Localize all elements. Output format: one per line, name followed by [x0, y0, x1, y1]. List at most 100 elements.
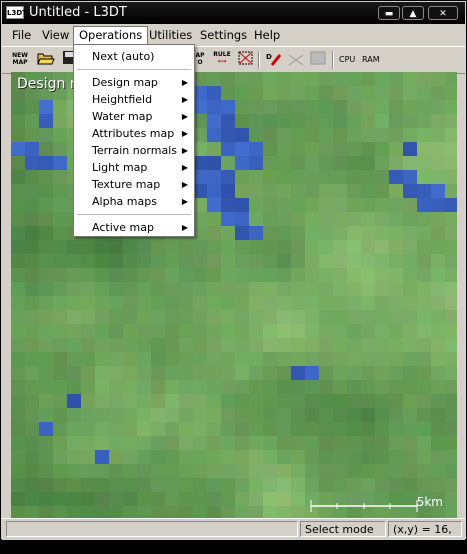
menu-settings[interactable]: Settings [195, 27, 252, 43]
terrain-cell [263, 198, 277, 212]
terrain-cell [347, 408, 361, 422]
menu-item-alpha-maps[interactable]: Alpha maps ▶ [74, 193, 194, 210]
disabled-tool-button[interactable] [286, 52, 306, 70]
terrain-cell [375, 114, 389, 128]
menu-item-light-map[interactable]: Light map ▶ [74, 159, 194, 176]
menu-item-next-auto[interactable]: Next (auto) [74, 48, 194, 65]
terrain-cell [277, 352, 291, 366]
new-map-button[interactable]: NEW MAP [10, 52, 30, 70]
terrain-cell [25, 464, 39, 478]
terrain-cell [249, 86, 263, 100]
terrain-cell [221, 310, 235, 324]
terrain-cell [249, 324, 263, 338]
menu-file[interactable]: File [7, 27, 36, 43]
title-bar[interactable]: L3DT Untitled - L3DT ▬ ▲ ✕ [2, 2, 465, 24]
ram-button[interactable]: RAM [362, 55, 380, 64]
menu-view[interactable]: View [37, 27, 74, 43]
terrain-cell [361, 86, 375, 100]
rule-button[interactable]: RULE ⟷ [212, 51, 232, 69]
terrain-cell [249, 296, 263, 310]
terrain-cell [221, 268, 235, 282]
terrain-cell [193, 170, 207, 184]
terrain-cell [165, 282, 179, 296]
maximize-button[interactable]: ▲ [402, 6, 424, 20]
terrain-cell [319, 296, 333, 310]
terrain-cell [319, 254, 333, 268]
rule-label: RULE [213, 51, 231, 58]
terrain-cell [67, 506, 81, 518]
terrain-cell [95, 282, 109, 296]
terrain-cell [263, 114, 277, 128]
terrain-cell [431, 282, 445, 296]
terrain-cell [333, 198, 347, 212]
terrain-cell [193, 324, 207, 338]
terrain-cell [263, 464, 277, 478]
terrain-cell [165, 478, 179, 492]
terrain-cell [249, 422, 263, 436]
terrain-cell [67, 436, 81, 450]
menu-utilities[interactable]: Utilities [144, 27, 197, 43]
submenu-arrow-icon: ▶ [181, 197, 188, 206]
terrain-cell [291, 86, 305, 100]
terrain-cell [319, 212, 333, 226]
terrain-cell [249, 352, 263, 366]
close-button[interactable]: ✕ [428, 6, 458, 20]
paint-tool-button[interactable]: D [264, 51, 284, 69]
terrain-cell [403, 282, 417, 296]
terrain-cell [95, 324, 109, 338]
terrain-cell [235, 72, 249, 86]
terrain-cell [319, 366, 333, 380]
menu-item-design-map[interactable]: Design map ▶ [74, 74, 194, 91]
terrain-cell [151, 352, 165, 366]
disabled-tile-button[interactable] [308, 50, 328, 68]
terrain-cell [11, 366, 25, 380]
terrain-cell [417, 254, 431, 268]
terrain-cell [277, 380, 291, 394]
terrain-cell [39, 170, 53, 184]
terrain-cell [347, 198, 361, 212]
menu-item-heightfield[interactable]: Heightfield ▶ [74, 91, 194, 108]
menu-item-water-map[interactable]: Water map ▶ [74, 108, 194, 125]
terrain-cell [389, 212, 403, 226]
terrain-cell [11, 352, 25, 366]
terrain-cell [221, 100, 235, 114]
terrain-cell [333, 86, 347, 100]
terrain-cell [81, 338, 95, 352]
terrain-cell [263, 324, 277, 338]
menu-help[interactable]: Help [249, 27, 285, 43]
menu-item-active-map[interactable]: Active map ▶ [74, 219, 194, 236]
menu-operations[interactable]: Operations [73, 26, 149, 45]
minimize-button[interactable]: ▬ [378, 6, 400, 20]
terrain-cell [263, 380, 277, 394]
terrain-cell [277, 478, 291, 492]
cpu-button[interactable]: CPU [339, 55, 355, 64]
selection-tool-button[interactable] [236, 50, 256, 68]
terrain-cell [25, 324, 39, 338]
terrain-cell [389, 240, 403, 254]
menu-item-attributes-map[interactable]: Attributes map ▶ [74, 125, 194, 142]
terrain-cell [431, 142, 445, 156]
menu-item-texture-map[interactable]: Texture map ▶ [74, 176, 194, 193]
menu-item-terrain-normals[interactable]: Terrain normals ▶ [74, 142, 194, 159]
terrain-cell [361, 184, 375, 198]
terrain-cell [375, 170, 389, 184]
terrain-cell [39, 422, 53, 436]
terrain-cell [137, 296, 151, 310]
terrain-cell [403, 156, 417, 170]
terrain-cell [277, 86, 291, 100]
open-folder-button[interactable] [36, 50, 56, 68]
terrain-cell [179, 240, 193, 254]
terrain-cell [403, 184, 417, 198]
terrain-cell [375, 184, 389, 198]
terrain-cell [249, 170, 263, 184]
terrain-cell [207, 380, 221, 394]
menu-item-label: Attributes map [92, 127, 175, 140]
terrain-cell [235, 352, 249, 366]
terrain-cell [417, 422, 431, 436]
terrain-cell [389, 380, 403, 394]
terrain-cell [11, 198, 25, 212]
terrain-cell [193, 72, 207, 86]
terrain-cell [235, 282, 249, 296]
terrain-cell [361, 408, 375, 422]
terrain-cell [305, 240, 319, 254]
